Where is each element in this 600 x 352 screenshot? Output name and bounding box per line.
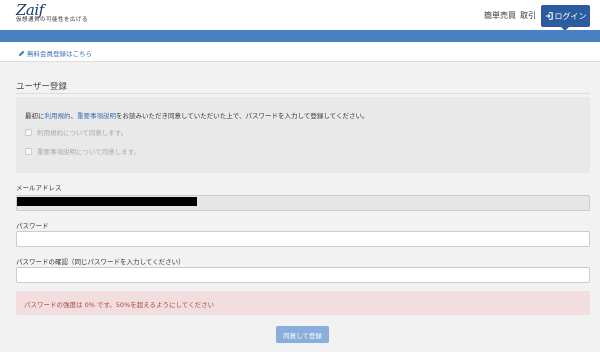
- free-register-label: 無料会員登録はこちら: [27, 50, 92, 58]
- agreement-prefix: 最初に: [25, 112, 45, 120]
- password-field[interactable]: [16, 231, 590, 247]
- disclosure-checkbox-label: 重要事項説明について同意します。: [37, 148, 141, 156]
- disclosure-link[interactable]: 重要事項説明: [77, 112, 116, 120]
- login-label: ログイン: [554, 11, 587, 21]
- nav-trade[interactable]: 取引: [520, 10, 536, 21]
- login-button[interactable]: ログイン: [541, 5, 590, 27]
- redacted-email: [17, 197, 197, 206]
- agreement-panel: 最初に利用規約、重要事項説明をお読みいただき同意していただいた上で、パスワードを…: [16, 97, 590, 173]
- logo-tagline: 仮想通貨の可能性を広げる: [16, 17, 89, 23]
- password-label: パスワード: [16, 222, 49, 230]
- password-confirm-label: パスワードの確認（同じパスワードを入力してください）: [16, 258, 185, 266]
- nav-easy-trade[interactable]: 簡単売買: [484, 10, 516, 21]
- sign-in-icon: [545, 12, 553, 20]
- register-strip: 無料会員登録はこちら: [0, 42, 600, 62]
- header-band: [0, 30, 600, 42]
- terms-checkbox-label: 利用規約について同意します。: [37, 129, 128, 137]
- terms-checkbox[interactable]: [25, 128, 32, 136]
- password-strength-alert: パスワードの強度は 0% です。50%を超えるようにしてください: [16, 291, 590, 315]
- free-register-link[interactable]: 無料会員登録はこちら: [18, 48, 92, 58]
- terms-checkbox-row[interactable]: 利用規約について同意します。: [25, 127, 127, 137]
- agreement-instructions: 最初に利用規約、重要事項説明をお読みいただき同意していただいた上で、パスワードを…: [25, 110, 368, 120]
- pencil-icon: [18, 50, 25, 56]
- agreement-suffix: をお読みいただき同意していただいた上で、パスワードを入力して登録してください。: [116, 112, 369, 120]
- site-header: Zaif 仮想通貨の可能性を広げる 簡単売買 取引 ログイン: [0, 0, 600, 31]
- password-confirm-field[interactable]: [16, 267, 590, 283]
- disclosure-checkbox[interactable]: [25, 147, 32, 155]
- zaif-logo[interactable]: Zaif 仮想通貨の可能性を広げる: [16, 3, 88, 24]
- disclosure-checkbox-row[interactable]: 重要事項説明について同意します。: [25, 146, 140, 156]
- agree-register-button[interactable]: 同意して登録: [276, 326, 329, 343]
- password-strength-message: パスワードの強度は 0% です。50%を超えるようにしてください: [24, 301, 215, 309]
- page-title: ユーザー登録: [16, 82, 67, 92]
- submit-label: 同意して登録: [283, 331, 322, 340]
- logo-wordmark: Zaif: [16, 1, 44, 19]
- title-divider: [16, 93, 590, 94]
- email-field[interactable]: [16, 195, 590, 211]
- terms-link[interactable]: 利用規約: [45, 112, 71, 120]
- email-label: メールアドレス: [16, 184, 62, 192]
